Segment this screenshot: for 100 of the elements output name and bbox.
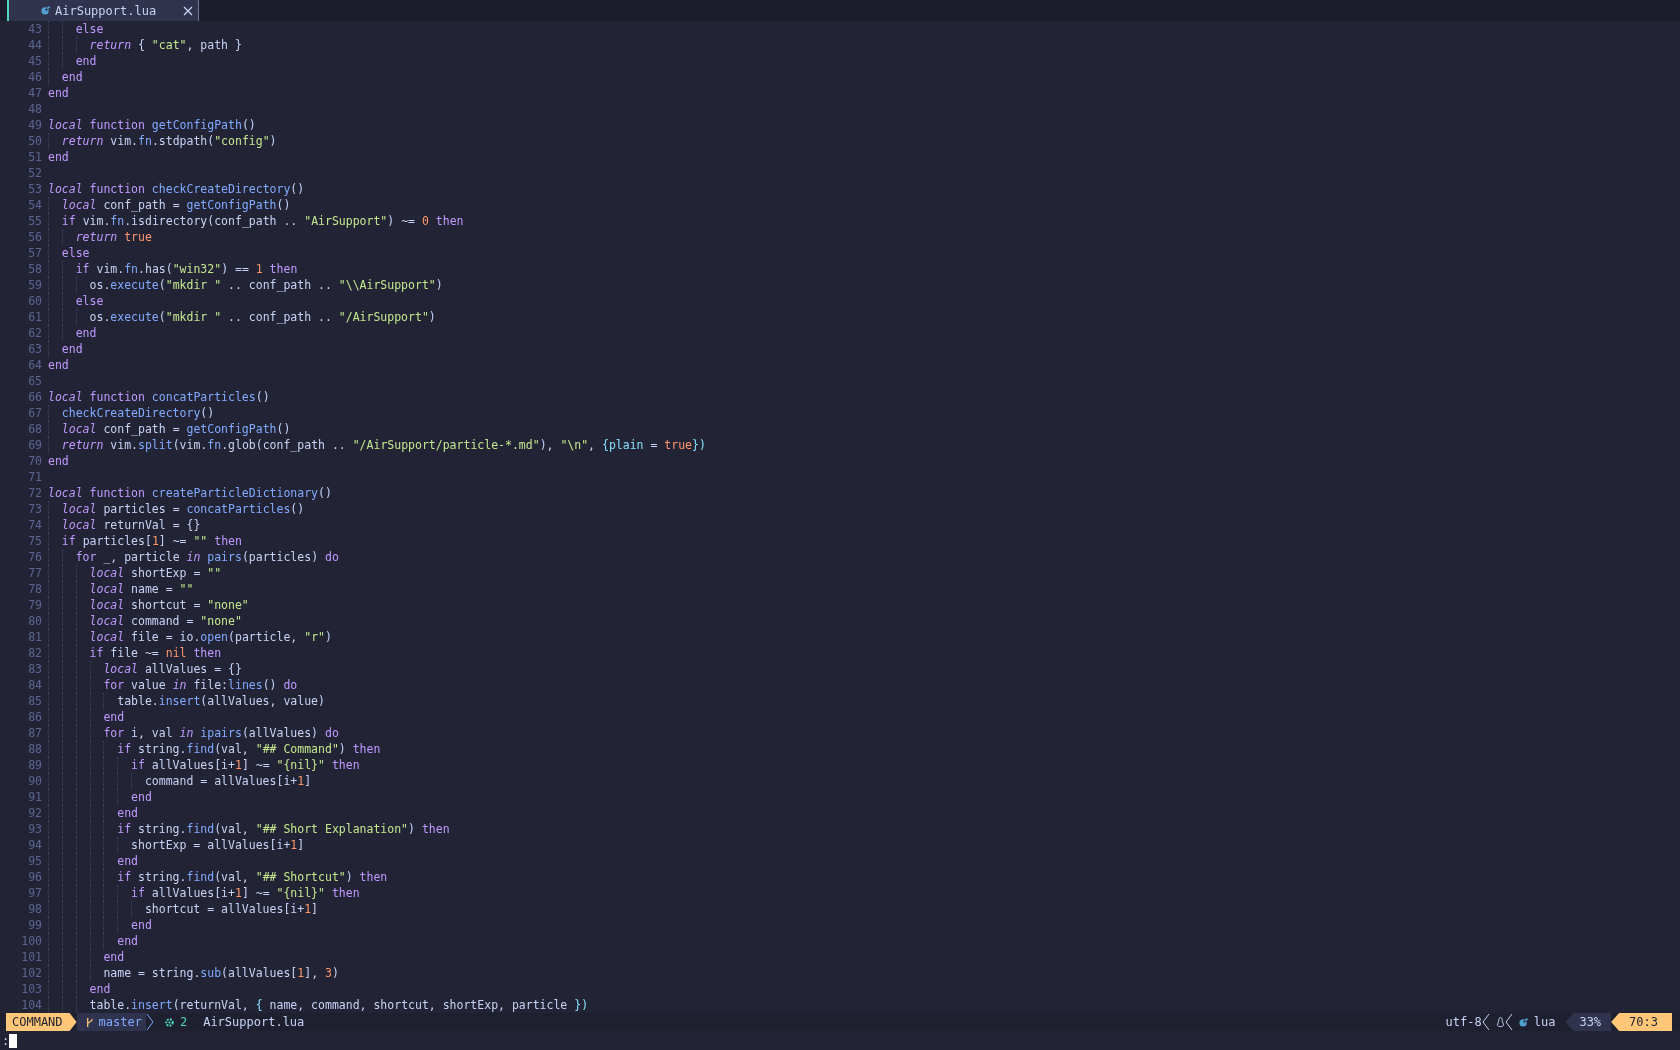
code-line: os.execute("mkdir " .. conf_path .. "/AirSupport") bbox=[48, 309, 436, 325]
line-number: 45 bbox=[27, 53, 42, 69]
code-line: checkCreateDirectory() bbox=[48, 405, 215, 421]
code-line: if particles[1] ~= "" then bbox=[48, 533, 242, 549]
code-line: for value in file:lines() do bbox=[48, 677, 298, 693]
code-line: local shortExp = "" bbox=[48, 565, 222, 581]
code-line: for i, val in ipairs(allValues) do bbox=[48, 725, 339, 741]
line-number: 63 bbox=[27, 341, 42, 357]
line-number: 99 bbox=[27, 917, 42, 933]
code-line: if string.find(val, "## Command") then bbox=[48, 741, 381, 757]
line-number: 70 bbox=[27, 453, 42, 469]
line-number: 100 bbox=[20, 933, 42, 949]
line-number: 62 bbox=[27, 325, 42, 341]
separator-icon bbox=[145, 1013, 154, 1031]
line-number: 77 bbox=[27, 565, 42, 581]
code-line: local function createParticleDictionary() bbox=[48, 485, 332, 501]
code-line: name = string.sub(allValues[1], 3) bbox=[48, 965, 339, 981]
line-number: 85 bbox=[27, 693, 42, 709]
line-number: 72 bbox=[27, 485, 42, 501]
line-number: 43 bbox=[27, 21, 42, 37]
line-number: 53 bbox=[27, 181, 42, 197]
line-number: 64 bbox=[27, 357, 42, 373]
line-number: 67 bbox=[27, 405, 42, 421]
code-line: end bbox=[48, 789, 152, 805]
line-number: 55 bbox=[27, 213, 42, 229]
code-line: if allValues[i+1] ~= "{nil}" then bbox=[48, 757, 360, 773]
code-line: local returnVal = {} bbox=[48, 517, 201, 533]
code-line: end bbox=[48, 341, 83, 357]
line-number: 87 bbox=[27, 725, 42, 741]
code-line: local name = "" bbox=[48, 581, 194, 597]
code-line: if string.find(val, "## Shortcut") then bbox=[48, 869, 388, 885]
code-line: end bbox=[48, 453, 69, 469]
code-line: return vim.split(vim.fn.glob(conf_path .. "/AirSupport/particle-*.md"), "\n", {plain = true}) bbox=[48, 437, 706, 453]
lua-icon bbox=[1518, 1017, 1528, 1027]
line-number: 56 bbox=[27, 229, 42, 245]
line-number: 103 bbox=[20, 981, 42, 997]
code-line: local conf_path = getConfigPath() bbox=[48, 197, 291, 213]
line-number: 95 bbox=[27, 853, 42, 869]
close-icon[interactable] bbox=[183, 5, 194, 16]
code-line: else bbox=[48, 293, 104, 309]
line-number: 97 bbox=[27, 885, 42, 901]
line-number: 102 bbox=[20, 965, 42, 981]
mode-indicator: COMMAND bbox=[6, 1013, 77, 1031]
code-line: return true bbox=[48, 229, 152, 245]
code-line: local particles = concatParticles() bbox=[48, 501, 305, 517]
code-line: if file ~= nil then bbox=[48, 645, 222, 661]
code-line: end bbox=[48, 981, 111, 997]
line-number: 84 bbox=[27, 677, 42, 693]
line-number: 98 bbox=[27, 901, 42, 917]
change-count: 2 bbox=[179, 1015, 188, 1029]
code-line: end bbox=[48, 85, 69, 101]
line-number: 96 bbox=[27, 869, 42, 885]
code-line: end bbox=[48, 917, 152, 933]
code-line: local file = io.open(particle, "r") bbox=[48, 629, 332, 645]
line-number: 88 bbox=[27, 741, 42, 757]
code-line: end bbox=[48, 149, 69, 165]
command-prompt: : bbox=[2, 1033, 10, 1048]
line-number: 94 bbox=[27, 837, 42, 853]
line-number: 90 bbox=[27, 773, 42, 789]
line-number: 65 bbox=[27, 373, 42, 389]
line-number: 66 bbox=[27, 389, 42, 405]
line-number: 52 bbox=[27, 165, 42, 181]
line-number: 75 bbox=[27, 533, 42, 549]
line-number: 60 bbox=[27, 293, 42, 309]
code-line: local function getConfigPath() bbox=[48, 117, 256, 133]
code-line: return vim.fn.stdpath("config") bbox=[48, 133, 277, 149]
code-line: else bbox=[48, 245, 90, 261]
line-number: 104 bbox=[20, 997, 42, 1013]
line-number: 59 bbox=[27, 277, 42, 293]
code-line: local shortcut = "none" bbox=[48, 597, 249, 613]
line-number: 69 bbox=[27, 437, 42, 453]
separator-icon bbox=[1504, 1013, 1513, 1031]
gear-icon bbox=[163, 1016, 175, 1028]
code-line: end bbox=[48, 709, 125, 725]
code-line: local function checkCreateDirectory() bbox=[48, 181, 305, 197]
code-line: end bbox=[48, 933, 138, 949]
code-line: if allValues[i+1] ~= "{nil}" then bbox=[48, 885, 360, 901]
line-number: 89 bbox=[27, 757, 42, 773]
tab-title: AirSupport.lua bbox=[55, 3, 157, 18]
file-tab[interactable]: AirSupport.lua bbox=[7, 0, 200, 21]
code-line: if vim.fn.isdirectory(conf_path .. "AirSupport") ~= 0 then bbox=[48, 213, 464, 229]
code-line: if string.find(val, "## Short Explanation") then bbox=[48, 821, 450, 837]
line-number: 80 bbox=[27, 613, 42, 629]
line-number: 46 bbox=[27, 69, 42, 85]
code-line: table.insert(allValues, value) bbox=[48, 693, 325, 709]
line-number: 47 bbox=[27, 85, 42, 101]
line-number: 83 bbox=[27, 661, 42, 677]
line-number: 57 bbox=[27, 245, 42, 261]
line-number: 44 bbox=[27, 37, 42, 53]
code-line: local allValues = {} bbox=[48, 661, 242, 677]
code-line: os.execute("mkdir " .. conf_path .. "\\AirSupport") bbox=[48, 277, 443, 293]
cursor bbox=[9, 1033, 18, 1048]
code-line: if vim.fn.has("win32") == 1 then bbox=[48, 261, 298, 277]
code-line: else bbox=[48, 21, 104, 37]
code-line: end bbox=[48, 53, 97, 69]
line-number: 93 bbox=[27, 821, 42, 837]
code-line: end bbox=[48, 69, 83, 85]
line-number: 86 bbox=[27, 709, 42, 725]
code-line: local command = "none" bbox=[48, 613, 242, 629]
line-number: 82 bbox=[27, 645, 42, 661]
